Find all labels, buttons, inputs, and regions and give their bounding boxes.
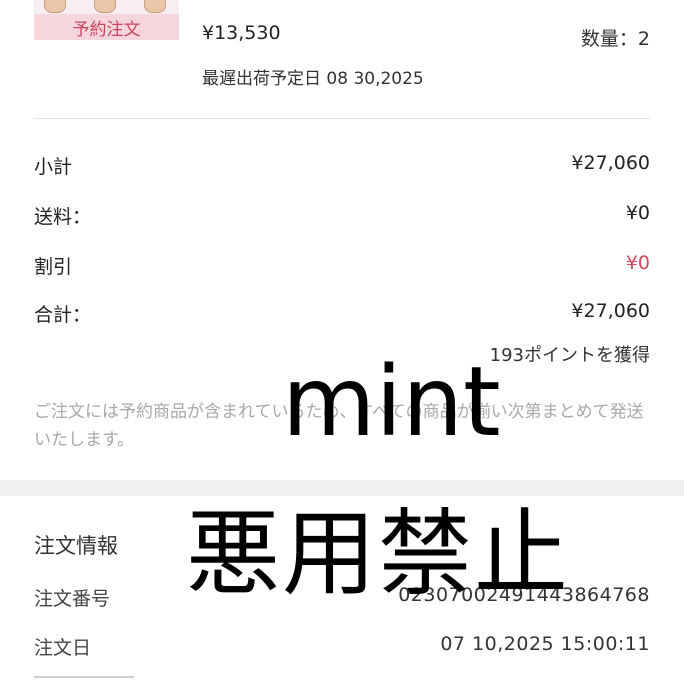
watermark-mint: mint [282,346,501,458]
shipping-label: 送料： [34,206,92,228]
order-date-label: 注文日 [34,637,92,659]
watermark-no-misuse: 悪用禁止 [186,500,571,609]
total-value: ¥27,060 [571,300,650,322]
item-price: ¥13,530 [202,22,281,44]
shipping-value: ¥0 [625,202,650,224]
preorder-tag: 予約注文 [34,14,179,40]
latest-ship-date: 最遅出荷予定日 08 30,2025 [202,69,424,89]
discount-label: 割引 [34,256,73,278]
product-image-item [44,0,66,13]
section-separator [0,480,684,496]
subtotal-value: ¥27,060 [571,152,650,174]
order-number-label: 注文番号 [34,588,111,610]
product-image-item [144,0,166,13]
subtotal-label: 小計 [34,156,73,178]
points-earned: 193ポイントを獲得 [489,345,650,366]
total-label: 合計： [34,304,92,326]
divider [34,118,650,119]
discount-value: ¥0 [625,252,650,274]
next-row-edge [34,676,134,686]
order-date-value: 07 10,2025 15:00:11 [440,633,650,655]
item-quantity: 数量：2 [580,28,650,50]
order-info-title: 注文情報 [34,534,118,558]
product-thumbnail[interactable] [34,0,179,14]
product-image-item [94,0,116,13]
